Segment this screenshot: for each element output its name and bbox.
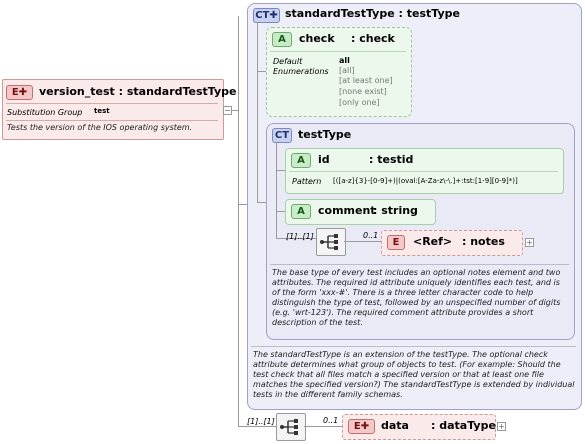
check-attr-name: check [299,32,335,45]
element-plus-icon: ✚ [360,421,370,432]
outer-ct-description: The standardTestType is an extension of … [253,350,575,399]
root-elem-badge: E✚ [6,85,33,100]
id-attr-name: id [318,153,330,166]
element-plus-icon: ✚ [18,87,28,98]
sequence-compositor-icon [280,419,298,435]
inner-ct-badge: CT [272,128,292,143]
outer-ct-badge: CT✚ [253,8,280,23]
data-expand-plus-icon[interactable]: + [497,422,506,431]
data-elem-name: data [381,419,409,432]
check-enum-0: [all] [339,66,355,75]
check-enum-2: [none exist] [339,87,387,96]
id-pattern-label: Pattern [292,177,322,186]
inner-ct-description: The base type of every test includes an … [272,268,561,327]
check-attr-badge: A [272,32,292,47]
check-enum-3: [only one] [339,98,380,107]
inner-ct-title: testType [298,128,352,141]
root-elem-title: version_test : standardTestType [39,85,237,98]
notes-elem-badge: E [387,235,405,250]
ct-plus-icon: ✚ [269,10,278,21]
inner-sequence-compositor[interactable] [316,228,346,256]
sequence-compositor-icon [320,234,338,250]
outer-sequence-compositor[interactable] [276,413,306,441]
check-attr-type: : check [351,32,395,45]
outer-seq-cardinality: [1]..[1] [247,417,275,426]
data-elem-type: : dataType [431,419,496,432]
root-elem-badge-label: E [11,87,19,98]
comment-attr-name: comment [318,204,376,217]
comment-attr-type: : string [373,204,418,217]
outer-ct-badge-label: CT [255,10,270,21]
root-subst-value: test [94,107,110,115]
data-cardinality: 0..1 [323,416,339,425]
outer-ct-title: standardTestType : testType [285,7,460,20]
root-elem-description: Tests the version of the IOS operating s… [7,123,193,132]
check-enum-1: [at least one] [339,76,393,85]
notes-expand-plus-icon[interactable]: + [525,238,534,247]
data-elem-badge-label: E [353,421,361,432]
check-default-label: Default [273,57,303,66]
notes-elem-type: : notes [462,235,505,248]
comment-attr-badge: A [291,204,311,219]
notes-cardinality: 0..1 [363,231,379,240]
notes-elem-name: <Ref> [413,235,453,248]
id-attr-type: : testid [369,153,414,166]
check-default-value: all [339,56,350,65]
data-elem-badge: E✚ [348,419,375,434]
root-collapse-minus-icon[interactable]: − [223,106,232,115]
inner-seq-cardinality: [1]..[1] [286,232,314,241]
root-subst-label: Substitution Group [7,108,83,117]
id-attr-badge: A [291,153,311,168]
id-pattern-value: [([a-z]{3}-[0-9]+)|(oval:[A-Za-z\-\.]+:t… [333,177,518,185]
check-enum-label: Enumerations [273,67,329,76]
